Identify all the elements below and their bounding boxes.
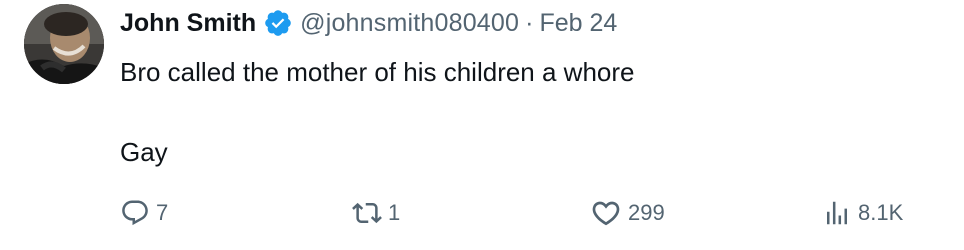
separator-dot: · bbox=[525, 8, 534, 37]
tweet-date[interactable]: Feb 24 bbox=[539, 9, 617, 38]
tweet-text-line-1: Bro called the mother of his children a … bbox=[120, 57, 635, 87]
like-count: 299 bbox=[628, 200, 665, 225]
views-icon bbox=[822, 198, 852, 228]
views-count: 8.1K bbox=[858, 200, 904, 225]
like-button[interactable]: 299 bbox=[590, 193, 665, 233]
retweet-count: 1 bbox=[388, 200, 401, 225]
tweet: John Smith @johnsmith080400 · Feb 24 Bro… bbox=[0, 0, 964, 250]
tweet-actions: 7 1 299 8.1K bbox=[0, 193, 964, 233]
reply-count: 7 bbox=[156, 200, 169, 225]
like-icon bbox=[590, 197, 622, 229]
avatar[interactable] bbox=[24, 4, 104, 84]
retweet-button[interactable]: 1 bbox=[352, 193, 400, 233]
user-handle[interactable]: @johnsmith080400 bbox=[300, 9, 519, 38]
views-button[interactable]: 8.1K bbox=[822, 193, 903, 233]
reply-icon bbox=[120, 198, 150, 228]
tweet-text-line-2: Gay bbox=[120, 137, 168, 167]
tweet-text: Bro called the mother of his children a … bbox=[120, 52, 635, 172]
display-name[interactable]: John Smith bbox=[120, 9, 256, 38]
verified-badge-icon bbox=[263, 8, 293, 38]
reply-button[interactable]: 7 bbox=[120, 193, 168, 233]
tweet-header: John Smith @johnsmith080400 · Feb 24 bbox=[120, 5, 617, 41]
retweet-icon bbox=[352, 198, 382, 228]
